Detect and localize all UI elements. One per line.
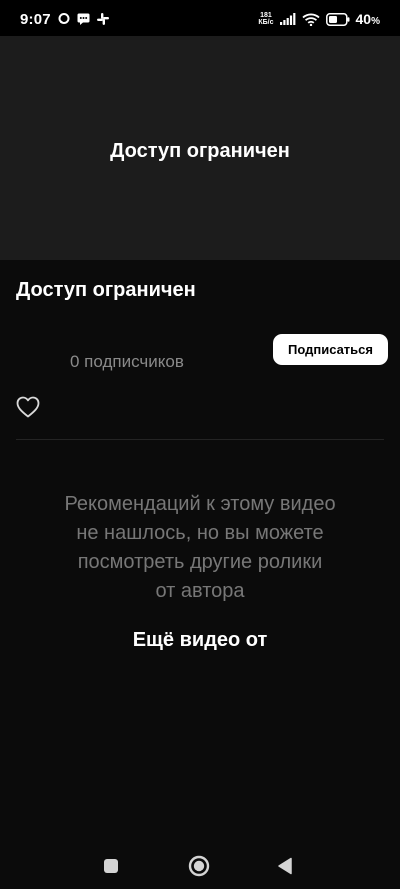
status-right: 181 КБ/с 40% <box>258 10 380 28</box>
triangle-back-icon <box>278 857 292 875</box>
status-bar: 9:07 181 КБ/с 40% <box>0 0 400 36</box>
message-icon <box>77 13 90 25</box>
chat-bubble-icon <box>58 13 70 24</box>
recents-button[interactable] <box>99 854 123 878</box>
network-speed-unit: КБ/с <box>258 19 274 26</box>
network-speed: 181 КБ/с <box>258 12 273 26</box>
divider <box>16 439 384 440</box>
video-title: Доступ ограничен <box>16 279 196 301</box>
slack-icon <box>97 13 109 25</box>
like-button[interactable] <box>16 396 42 420</box>
square-icon <box>104 859 118 873</box>
home-button[interactable] <box>187 854 211 878</box>
subscriber-count: 0 подписчиков <box>70 352 184 371</box>
no-recommendations-message: Рекомендаций к этому видео не нашлось, н… <box>30 490 370 606</box>
video-player[interactable]: Доступ ограничен <box>0 36 400 260</box>
subscribe-button[interactable]: Подписаться <box>273 334 388 365</box>
message-line: посмотреть другие ролики <box>77 551 323 573</box>
message-line: от автора <box>155 580 245 602</box>
notification-icons <box>58 12 109 26</box>
network-speed-value: 181 <box>260 12 272 19</box>
signal-icon <box>279 13 295 25</box>
heart-outline-icon <box>16 396 40 418</box>
back-button[interactable] <box>273 854 297 878</box>
battery-icon <box>325 12 350 26</box>
circle-icon <box>188 855 210 877</box>
more-videos-heading[interactable]: Ещё видео от <box>0 629 400 652</box>
battery-percent: 40% <box>356 11 380 27</box>
message-line: Рекомендаций к этому видео <box>64 493 336 515</box>
wifi-icon <box>301 13 320 26</box>
system-nav-bar <box>0 840 400 889</box>
battery-percent-value: 40 <box>355 11 372 27</box>
status-time: 9:07 <box>20 11 51 28</box>
video-restricted-text: Доступ ограничен <box>110 140 290 162</box>
battery-percent-symbol: % <box>371 16 380 27</box>
message-line: не нашлось, но вы можете <box>76 522 324 544</box>
